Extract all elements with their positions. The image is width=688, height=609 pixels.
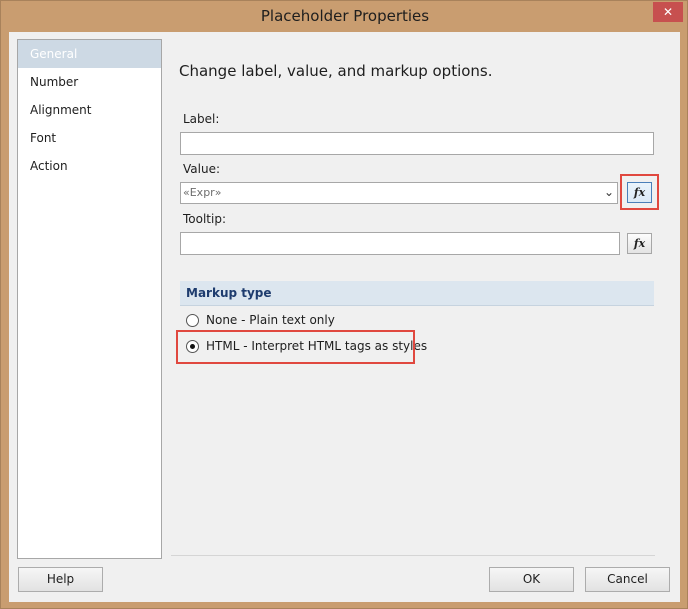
help-button[interactable]: Help — [18, 567, 103, 592]
label-field-label: Label: — [183, 112, 220, 126]
tooltip-expression-button[interactable]: fx — [627, 233, 652, 254]
value-expression-highlight — [620, 174, 659, 210]
value-field-label: Value: — [183, 162, 220, 176]
chevron-down-icon[interactable]: ⌄ — [604, 185, 614, 199]
nav-item-general[interactable]: General — [18, 40, 161, 68]
tooltip-input[interactable] — [180, 232, 620, 255]
page-heading: Change label, value, and markup options. — [179, 62, 493, 80]
dialog-client-area: General Number Alignment Font Action Cha… — [9, 32, 680, 602]
close-button[interactable]: ✕ — [653, 2, 683, 22]
function-icon: fx — [633, 237, 646, 250]
markup-type-header: Markup type — [180, 281, 654, 306]
footer-separator — [171, 555, 655, 556]
nav-item-number[interactable]: Number — [18, 68, 161, 96]
window-title: Placeholder Properties — [260, 7, 430, 25]
nav-item-label: Number — [30, 75, 79, 89]
cancel-button[interactable]: Cancel — [585, 567, 670, 592]
label-input[interactable] — [180, 132, 654, 155]
markup-option-none-label: None - Plain text only — [206, 313, 335, 327]
nav-list: General Number Alignment Font Action — [17, 39, 162, 559]
nav-item-action[interactable]: Action — [18, 152, 161, 180]
nav-item-label: Action — [30, 159, 68, 173]
value-combobox-text: «Expr» — [183, 186, 222, 199]
nav-item-label: Font — [30, 131, 57, 145]
nav-item-alignment[interactable]: Alignment — [18, 96, 161, 124]
tooltip-field-label: Tooltip: — [183, 212, 227, 226]
markup-type-title: Markup type — [186, 286, 272, 300]
close-icon: ✕ — [662, 5, 674, 19]
ok-button[interactable]: OK — [489, 567, 574, 592]
dialog-window: Placeholder Properties ✕ General Number … — [0, 0, 688, 609]
title-bar[interactable]: Placeholder Properties ✕ — [1, 1, 688, 32]
nav-item-font[interactable]: Font — [18, 124, 161, 152]
radio-button-none[interactable] — [186, 314, 199, 327]
nav-item-label: General — [30, 47, 78, 61]
html-option-highlight — [176, 330, 415, 364]
value-combobox[interactable]: «Expr» ⌄ — [180, 182, 618, 204]
nav-item-label: Alignment — [30, 103, 92, 117]
